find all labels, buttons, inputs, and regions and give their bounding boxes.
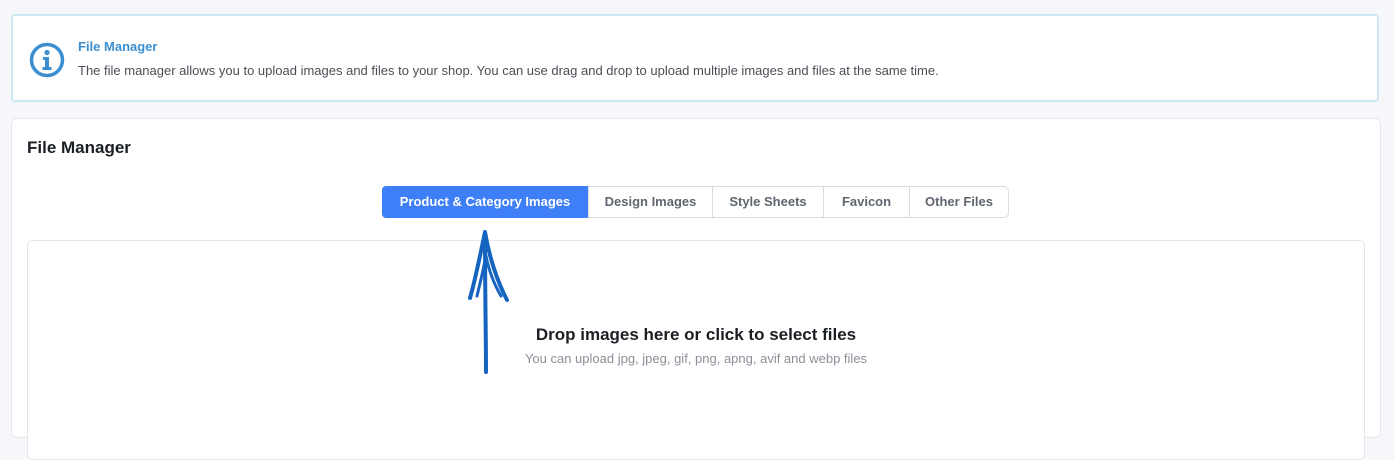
tab-style-sheets[interactable]: Style Sheets [712,187,823,217]
info-text: The file manager allows you to upload im… [78,63,939,78]
info-banner: File Manager The file manager allows you… [11,14,1379,102]
upload-dropzone[interactable]: Drop images here or click to select file… [27,240,1365,460]
info-icon [29,42,65,78]
info-title: File Manager [78,39,158,54]
tab-favicon[interactable]: Favicon [823,187,909,217]
tab-other-files[interactable]: Other Files [909,187,1008,217]
tab-product-category-images[interactable]: Product & Category Images [382,186,588,218]
tab-design-images[interactable]: Design Images [588,187,712,217]
dropzone-subtitle: You can upload jpg, jpeg, gif, png, apng… [524,351,868,366]
page-title: File Manager [27,138,131,157]
annotation-arrow-icon [468,230,509,374]
tab-bar: Product & Category Images Design Images … [382,186,1009,218]
file-manager-card: File Manager Product & Category Images D… [11,118,1381,460]
dropzone-title: Drop images here or click to select file… [535,325,857,344]
